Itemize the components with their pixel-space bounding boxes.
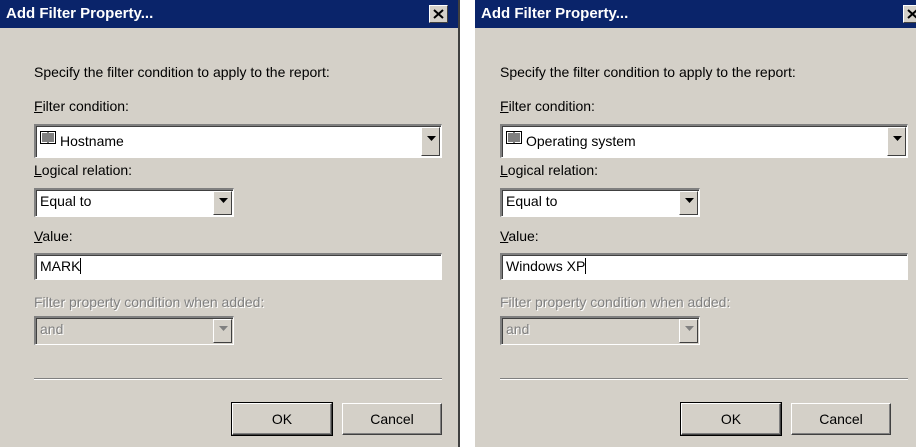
book-icon bbox=[40, 131, 56, 144]
add-filter-property-dialog: Add Filter Property... Specify the filte… bbox=[474, 0, 916, 447]
filter-condition-value: Operating system bbox=[526, 133, 636, 149]
cancel-button[interactable]: Cancel bbox=[342, 403, 442, 435]
prompt-text: Specify the filter condition to apply to… bbox=[500, 64, 796, 80]
when-added-dropdown: and bbox=[500, 316, 700, 345]
chevron-down-icon bbox=[427, 136, 436, 141]
value-input-text: MARK bbox=[40, 258, 81, 274]
value-input[interactable]: MARK bbox=[34, 253, 442, 280]
book-icon bbox=[506, 131, 522, 144]
title-bar[interactable]: Add Filter Property... bbox=[0, 0, 458, 28]
chevron-down-icon bbox=[685, 326, 694, 331]
ok-button[interactable]: OK bbox=[231, 402, 333, 436]
filter-condition-dropdown[interactable]: Operating system bbox=[500, 124, 908, 158]
close-icon bbox=[907, 9, 916, 19]
filter-condition-dropdown[interactable]: Hostname bbox=[34, 124, 442, 158]
dialog-title: Add Filter Property... bbox=[6, 5, 154, 22]
dialog-title: Add Filter Property... bbox=[481, 5, 629, 22]
when-added-label: Filter property condition when added: bbox=[34, 294, 265, 310]
title-bar[interactable]: Add Filter Property... bbox=[475, 0, 916, 28]
divider bbox=[500, 378, 908, 380]
close-button[interactable] bbox=[429, 5, 448, 23]
dropdown-button[interactable] bbox=[421, 127, 440, 156]
text-caret bbox=[80, 258, 82, 274]
text-caret bbox=[585, 258, 587, 274]
add-filter-property-dialog: Add Filter Property... Specify the filte… bbox=[0, 0, 460, 447]
chevron-down-icon bbox=[685, 198, 694, 203]
close-button[interactable] bbox=[903, 5, 916, 23]
close-icon bbox=[433, 9, 444, 19]
filter-condition-label: Filter condition: bbox=[34, 98, 129, 114]
when-added-dropdown: and bbox=[34, 316, 234, 345]
cancel-button[interactable]: Cancel bbox=[791, 403, 891, 435]
dropdown-button[interactable] bbox=[887, 127, 906, 156]
logical-relation-dropdown[interactable]: Equal to bbox=[500, 188, 700, 217]
logical-relation-dropdown[interactable]: Equal to bbox=[34, 188, 234, 217]
logical-relation-label: Logical relation: bbox=[500, 162, 599, 178]
dropdown-button bbox=[213, 319, 232, 343]
divider bbox=[34, 378, 442, 380]
value-input[interactable]: Windows XP bbox=[500, 253, 908, 280]
filter-condition-value: Hostname bbox=[60, 133, 124, 149]
value-label: Value: bbox=[34, 228, 73, 244]
dropdown-button bbox=[679, 319, 698, 343]
chevron-down-icon bbox=[893, 136, 902, 141]
chevron-down-icon bbox=[219, 326, 228, 331]
logical-relation-value: Equal to bbox=[40, 193, 92, 209]
value-input-text: Windows XP bbox=[506, 258, 586, 274]
prompt-text: Specify the filter condition to apply to… bbox=[34, 64, 330, 80]
ok-button[interactable]: OK bbox=[680, 402, 782, 436]
when-added-label: Filter property condition when added: bbox=[500, 294, 731, 310]
logical-relation-label: Logical relation: bbox=[34, 162, 133, 178]
chevron-down-icon bbox=[219, 198, 228, 203]
dropdown-button[interactable] bbox=[679, 191, 698, 215]
dropdown-button[interactable] bbox=[213, 191, 232, 215]
logical-relation-value: Equal to bbox=[506, 193, 558, 209]
when-added-value: and bbox=[40, 321, 64, 337]
when-added-value: and bbox=[506, 321, 530, 337]
filter-condition-label: Filter condition: bbox=[500, 98, 595, 114]
value-label: Value: bbox=[500, 228, 539, 244]
